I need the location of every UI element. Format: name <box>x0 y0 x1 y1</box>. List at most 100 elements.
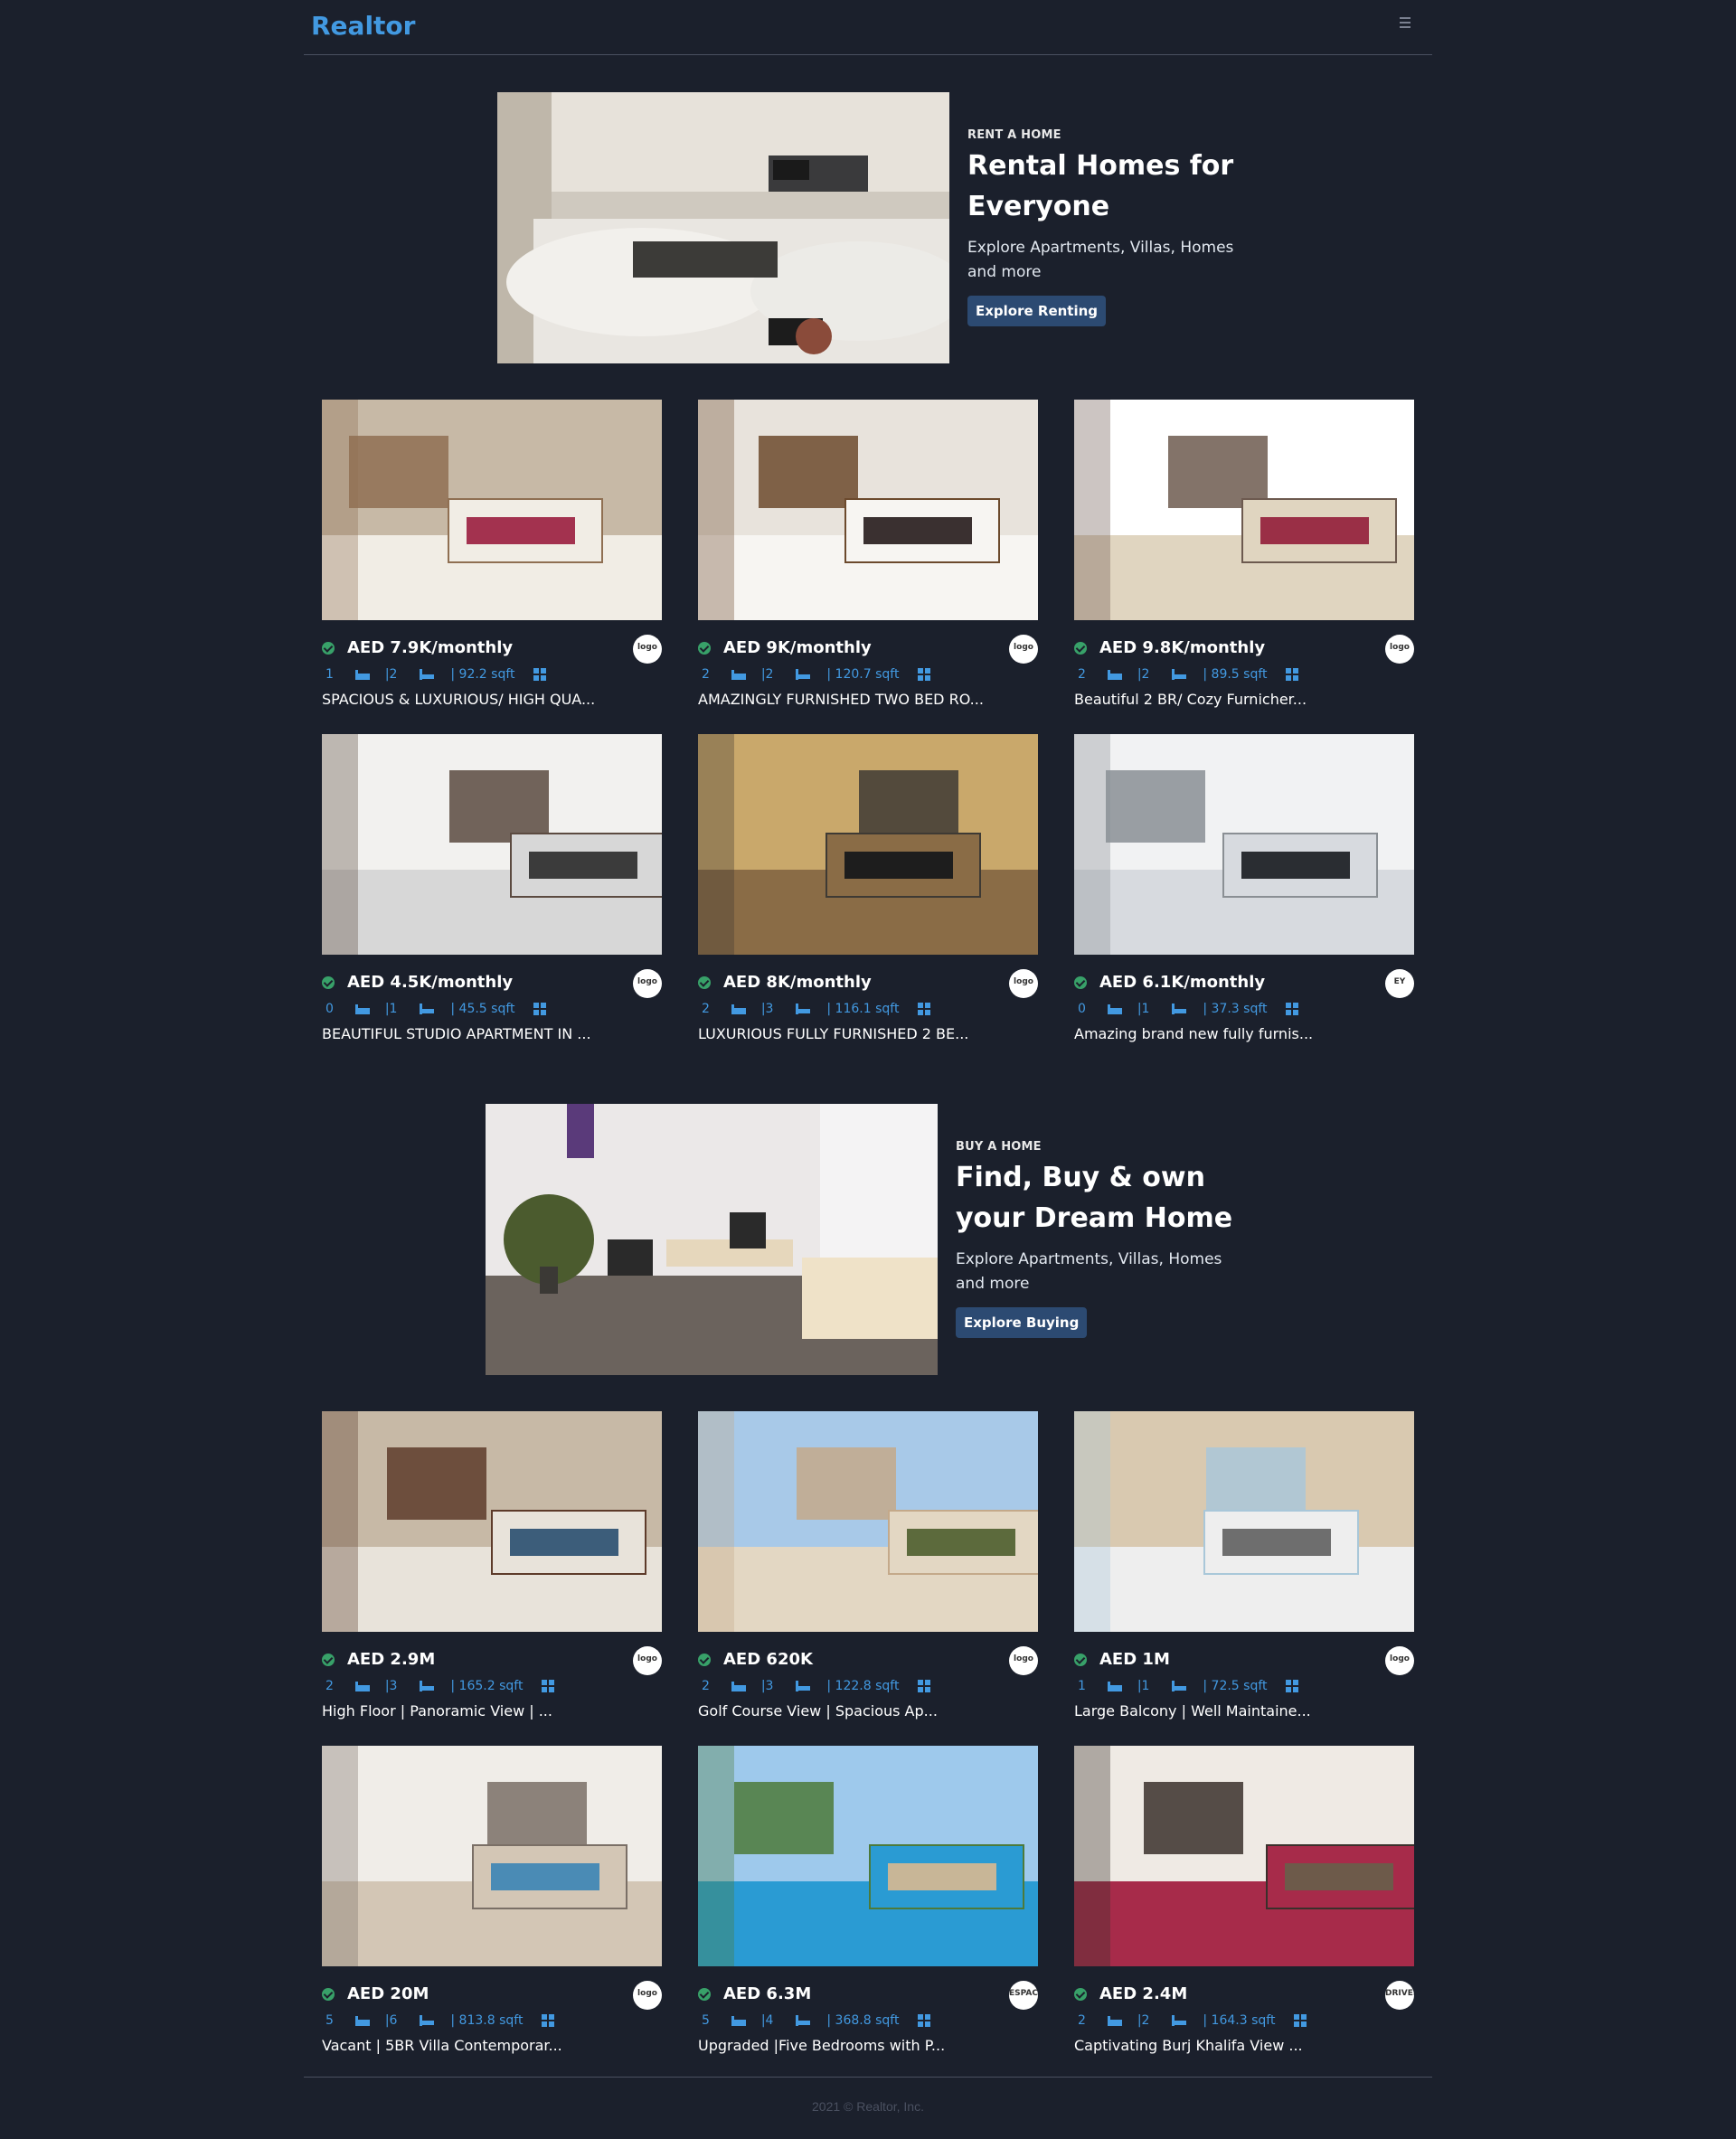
property-image[interactable] <box>1074 1746 1414 1966</box>
grid-icon <box>917 2014 930 2027</box>
property-card[interactable]: AED 6.3M ESPACE 5 |4 | 368.8 sqft Upgrad… <box>698 1746 1038 2054</box>
rooms-count: 2 <box>1078 667 1086 682</box>
property-title[interactable]: Captivating Burj Khalifa View ... <box>1074 2037 1414 2054</box>
grid-icon <box>1285 1003 1298 1015</box>
property-image[interactable] <box>698 1411 1038 1632</box>
bed-icon <box>731 1682 747 1691</box>
property-image[interactable] <box>698 734 1038 955</box>
rent-banner: RENT A HOME Rental Homes for Everyone Ex… <box>497 92 1257 363</box>
area-value: | 72.5 sqft <box>1203 1679 1268 1693</box>
property-title[interactable]: Beautiful 2 BR/ Cozy Furnicher... <box>1074 691 1414 708</box>
property-card[interactable]: AED 9.8K/monthly logo 2 |2 | 89.5 sqft B… <box>1074 400 1414 708</box>
property-image[interactable] <box>322 400 662 620</box>
property-image[interactable] <box>1074 734 1414 955</box>
rooms-count: 5 <box>326 2013 334 2028</box>
property-image[interactable] <box>322 734 662 955</box>
bed-icon <box>731 2016 747 2026</box>
agency-avatar: DRIVEN <box>1385 1981 1414 2010</box>
rooms-count: 2 <box>1078 2013 1086 2028</box>
area-value: | 164.3 sqft <box>1203 2013 1276 2028</box>
property-stats: 5 |6 | 813.8 sqft <box>326 2013 554 2031</box>
bath-icon <box>1171 2015 1186 2026</box>
buy-banner-title: Find, Buy & own your Dream Home <box>956 1162 1233 1234</box>
bed-icon <box>355 1004 371 1014</box>
price-row: AED 9.8K/monthly logo <box>1074 635 1414 664</box>
verified-check-icon <box>322 642 335 655</box>
property-card[interactable]: AED 8K/monthly logo 2 |3 | 116.1 sqft LU… <box>698 734 1038 1042</box>
property-price: AED 9K/monthly <box>723 638 872 657</box>
grid-icon <box>541 2014 554 2027</box>
baths-count: |1 <box>1137 1679 1150 1693</box>
explore-buying-button[interactable]: Explore Buying <box>956 1307 1088 1338</box>
property-stats: 2 |2 | 120.7 sqft <box>702 667 930 685</box>
verified-check-icon <box>1074 1988 1087 2001</box>
area-value: | 116.1 sqft <box>826 1002 900 1016</box>
property-card[interactable]: AED 4.5K/monthly logo 0 |1 | 45.5 sqft B… <box>322 734 662 1042</box>
property-card[interactable]: AED 9K/monthly logo 2 |2 | 120.7 sqft AM… <box>698 400 1038 708</box>
property-title[interactable]: BEAUTIFUL STUDIO APARTMENT IN ... <box>322 1025 662 1042</box>
verified-check-icon <box>1074 1654 1087 1666</box>
property-title[interactable]: Golf Course View | Spacious Ap... <box>698 1702 1038 1720</box>
property-image[interactable] <box>698 1746 1038 1966</box>
grid-icon <box>1293 2014 1307 2027</box>
property-title[interactable]: Large Balcony | Well Maintaine... <box>1074 1702 1414 1720</box>
agency-avatar: logo <box>1385 1646 1414 1675</box>
agency-name: logo <box>1014 1654 1033 1663</box>
property-title[interactable]: LUXURIOUS FULLY FURNISHED 2 BE... <box>698 1025 1038 1042</box>
property-price: AED 1M <box>1099 1650 1170 1669</box>
agency-avatar: ESPACE <box>1009 1981 1038 2010</box>
property-title[interactable]: High Floor | Panoramic View | ... <box>322 1702 662 1720</box>
rooms-count: 1 <box>326 667 334 682</box>
property-card[interactable]: AED 20M logo 5 |6 | 813.8 sqft Vacant | … <box>322 1746 662 2054</box>
agency-name: EY <box>1393 977 1406 986</box>
rooms-count: 2 <box>702 1679 710 1693</box>
property-image[interactable] <box>1074 1411 1414 1632</box>
property-price: AED 6.3M <box>723 1984 812 2003</box>
buy-banner: BUY A HOME Find, Buy & own your Dream Ho… <box>486 1104 1245 1375</box>
bed-icon <box>355 2016 371 2026</box>
property-price: AED 9.8K/monthly <box>1099 638 1266 657</box>
property-card[interactable]: AED 620K logo 2 |3 | 122.8 sqft Golf Cou… <box>698 1411 1038 1720</box>
property-price: AED 620K <box>723 1650 813 1669</box>
agency-name: logo <box>637 977 657 986</box>
bath-icon <box>1171 1681 1186 1691</box>
bed-icon <box>1108 670 1123 680</box>
property-title[interactable]: Amazing brand new fully furnis... <box>1074 1025 1414 1042</box>
price-row: AED 4.5K/monthly logo <box>322 969 662 998</box>
property-card[interactable]: AED 2.4M DRIVEN 2 |2 | 164.3 sqft Captiv… <box>1074 1746 1414 2054</box>
grid-icon <box>541 1680 554 1692</box>
property-card[interactable]: AED 6.1K/monthly EY 0 |1 | 37.3 sqft Ama… <box>1074 734 1414 1042</box>
rent-banner-description: Explore Apartments, Villas, Homes and mo… <box>967 239 1234 281</box>
property-image[interactable] <box>1074 400 1414 620</box>
rooms-count: 2 <box>702 1002 710 1016</box>
logo[interactable]: Realtor <box>311 11 415 41</box>
property-stats: 5 |4 | 368.8 sqft <box>702 2013 930 2031</box>
property-title[interactable]: Vacant | 5BR Villa Contemporar... <box>322 2037 662 2054</box>
property-price: AED 2.9M <box>347 1650 436 1669</box>
property-stats: 2 |3 | 116.1 sqft <box>702 1002 930 1020</box>
hamburger-icon[interactable] <box>1396 14 1414 33</box>
bath-icon <box>795 2015 810 2026</box>
explore-renting-button[interactable]: Explore Renting <box>967 296 1107 326</box>
agency-avatar: logo <box>633 969 662 998</box>
property-title[interactable]: AMAZINGLY FURNISHED TWO BED RO... <box>698 691 1038 708</box>
property-title[interactable]: Upgraded |Five Bedrooms with P... <box>698 2037 1038 2054</box>
buy-banner-text: BUY A HOME Find, Buy & own your Dream Ho… <box>956 1140 1245 1338</box>
property-card[interactable]: AED 1M logo 1 |1 | 72.5 sqft Large Balco… <box>1074 1411 1414 1720</box>
property-image[interactable] <box>322 1746 662 1966</box>
verified-check-icon <box>322 1988 335 2001</box>
property-image[interactable] <box>322 1411 662 1632</box>
agency-avatar: logo <box>1009 969 1038 998</box>
property-image[interactable] <box>698 400 1038 620</box>
footer: 2021 © Realtor, Inc. <box>304 2077 1432 2139</box>
baths-count: |2 <box>384 667 398 682</box>
agency-name: logo <box>637 1654 657 1663</box>
verified-check-icon <box>322 976 335 989</box>
property-card[interactable]: AED 7.9K/monthly logo 1 |2 | 92.2 sqft S… <box>322 400 662 708</box>
verified-check-icon <box>698 1988 711 2001</box>
property-title[interactable]: SPACIOUS & LUXURIOUS/ HIGH QUA... <box>322 691 662 708</box>
verified-check-icon <box>322 1654 335 1666</box>
price-row: AED 620K logo <box>698 1646 1038 1675</box>
property-card[interactable]: AED 2.9M logo 2 |3 | 165.2 sqft High Flo… <box>322 1411 662 1720</box>
baths-count: |3 <box>760 1002 774 1016</box>
